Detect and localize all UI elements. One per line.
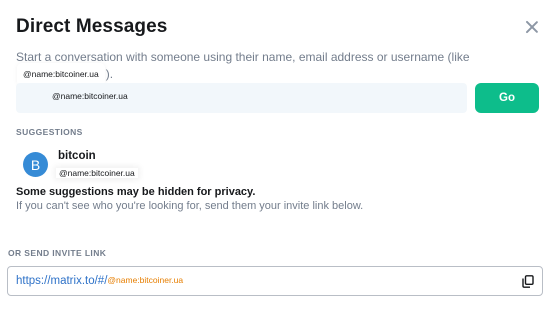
invite-link-user: @name:bitcoiner.ua [107,275,184,285]
search-input[interactable] [16,83,467,113]
invite-link[interactable]: https://matrix.to/#/@name:bitcoiner.ua [16,275,183,287]
suggestion-item[interactable]: B bitcoin @name:bitcoiner.ua [20,146,340,182]
dialog-description: Start a conversation with someone using … [16,49,536,83]
close-icon[interactable] [524,19,540,35]
privacy-text: If you can't see who you're looking for,… [16,200,364,212]
go-button[interactable]: Go [475,83,539,113]
privacy-heading: Some suggestions may be hidden for priva… [16,186,256,198]
invite-link-prefix: https://matrix.to/#/ [16,275,108,287]
description-text: Start a conversation with someone using … [16,50,470,64]
avatar: B [23,152,48,177]
invite-link-heading: OR SEND INVITE LINK [8,248,107,258]
copy-icon[interactable] [522,275,534,288]
search-field[interactable]: @name:bitcoiner.ua [16,83,467,113]
suggestion-name: bitcoin [58,150,96,162]
invite-link-field[interactable]: https://matrix.to/#/@name:bitcoiner.ua [7,266,543,296]
description-suffix: ). [105,67,114,81]
dialog-title: Direct Messages [16,16,168,37]
example-username: @name:bitcoiner.ua [20,66,102,83]
suggestions-heading: SUGGESTIONS [16,127,83,137]
suggestion-user-id: @name:bitcoiner.ua [56,168,138,178]
direct-messages-dialog: Direct Messages Start a conversation wit… [0,0,554,329]
